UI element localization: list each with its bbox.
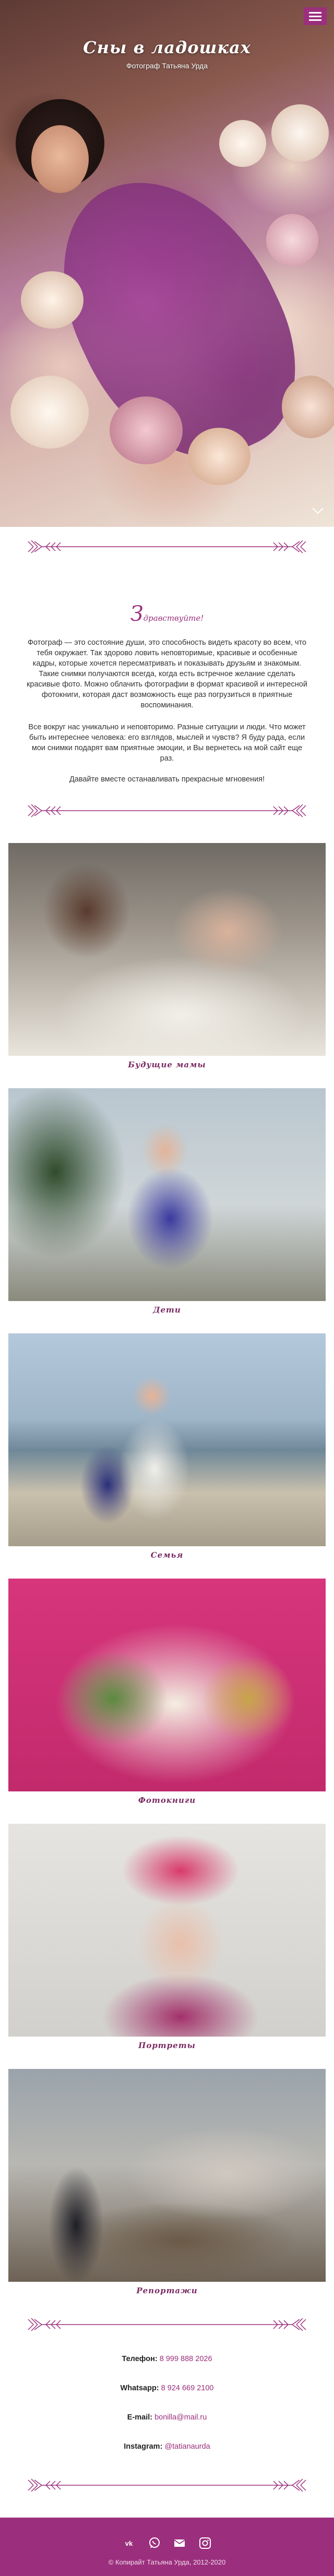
email-label: E-mail: bbox=[127, 2413, 153, 2422]
gallery-caption-family[interactable]: Семья bbox=[0, 1550, 334, 1560]
hero-flower bbox=[188, 428, 250, 485]
phone-link[interactable]: 8 999 888 2026 bbox=[160, 2355, 212, 2363]
whatsapp-link[interactable]: 8 924 669 2100 bbox=[161, 2384, 214, 2392]
hero-flower bbox=[21, 271, 84, 329]
copyright: © Копирайт Татьяна Урда, 2012-2020 bbox=[108, 2558, 226, 2566]
contact-email: E-mail: bonilla@mail.ru bbox=[0, 2412, 334, 2423]
site-subtitle: Фотограф Татьяна Урда bbox=[126, 62, 208, 70]
instagram-label: Instagram: bbox=[124, 2442, 163, 2451]
hero-flower bbox=[266, 214, 318, 266]
contact-instagram: Instagram: @tatianaurda bbox=[0, 2441, 334, 2452]
hero-flower bbox=[282, 376, 334, 438]
chevron-down-icon[interactable] bbox=[311, 504, 325, 517]
footer: vk © Копирайт Татьяна Урда, 2012-2020 bbox=[0, 2518, 334, 2576]
mail-icon[interactable] bbox=[173, 2536, 186, 2550]
greeting-rest: дравствуйте! bbox=[143, 613, 204, 623]
intro-greeting: Здравствуйте! bbox=[26, 602, 308, 626]
contact-whatsapp: Whatsapp: 8 924 669 2100 bbox=[0, 2383, 334, 2393]
hero-flower bbox=[10, 376, 89, 449]
hero-flower bbox=[271, 104, 329, 162]
gallery-photo-pregnancy[interactable] bbox=[8, 843, 326, 1056]
menu-button[interactable] bbox=[304, 7, 327, 25]
gallery-photo-reportage[interactable] bbox=[8, 2069, 326, 2282]
social-icons: vk bbox=[0, 2536, 334, 2550]
hero-flower bbox=[219, 120, 266, 167]
gallery-photo-children[interactable] bbox=[8, 1088, 326, 1301]
intro-section: Здравствуйте! Фотограф — это состояние д… bbox=[0, 602, 334, 785]
hero-photo-face bbox=[31, 125, 89, 193]
whatsapp-icon[interactable] bbox=[148, 2536, 161, 2550]
contact-phone: Телефон: 8 999 888 2026 bbox=[0, 2354, 334, 2364]
divider-ornament bbox=[28, 804, 306, 817]
gallery-caption-portraits[interactable]: Портреты bbox=[0, 2041, 334, 2050]
gallery-photo-portraits[interactable] bbox=[8, 1824, 326, 2037]
intro-paragraph-1: Фотограф — это состояние души, это спосо… bbox=[27, 639, 307, 709]
greeting-initial: З bbox=[130, 602, 144, 626]
hero-banner: Сны в ладошках Фотограф Татьяна Урда bbox=[0, 0, 334, 527]
whatsapp-label: Whatsapp: bbox=[120, 2384, 159, 2392]
vk-icon[interactable]: vk bbox=[122, 2536, 136, 2550]
phone-label: Телефон: bbox=[122, 2355, 158, 2363]
intro-paragraph-3: Давайте вместе останавливать прекрасные … bbox=[69, 775, 265, 784]
gallery-section: Будущие мамы Дети Семья Фотокниги Портре… bbox=[0, 843, 334, 2295]
gallery-caption-photobooks[interactable]: Фотокниги bbox=[0, 1796, 334, 1805]
intro-paragraph-2: Все вокруг нас уникально и неповторимо. … bbox=[28, 723, 306, 763]
divider-ornament bbox=[28, 2318, 306, 2331]
hero-flower bbox=[110, 396, 183, 464]
contacts-section: Телефон: 8 999 888 2026 Whatsapp: 8 924 … bbox=[0, 2354, 334, 2452]
email-link[interactable]: bonilla@mail.ru bbox=[154, 2413, 207, 2422]
hamburger-icon bbox=[309, 12, 321, 14]
svg-text:vk: vk bbox=[125, 2539, 133, 2547]
instagram-icon[interactable] bbox=[198, 2536, 212, 2550]
divider-ornament bbox=[28, 2478, 306, 2492]
site-title: Сны в ладошках bbox=[83, 38, 251, 57]
divider-ornament bbox=[28, 540, 306, 553]
gallery-photo-photobooks[interactable] bbox=[8, 1579, 326, 1791]
gallery-photo-family[interactable] bbox=[8, 1333, 326, 1546]
gallery-caption-pregnancy[interactable]: Будущие мамы bbox=[0, 1060, 334, 1069]
gallery-caption-children[interactable]: Дети bbox=[0, 1305, 334, 1315]
instagram-link[interactable]: @tatianaurda bbox=[164, 2442, 210, 2451]
gallery-caption-reportage[interactable]: Репортажи bbox=[0, 2286, 334, 2295]
